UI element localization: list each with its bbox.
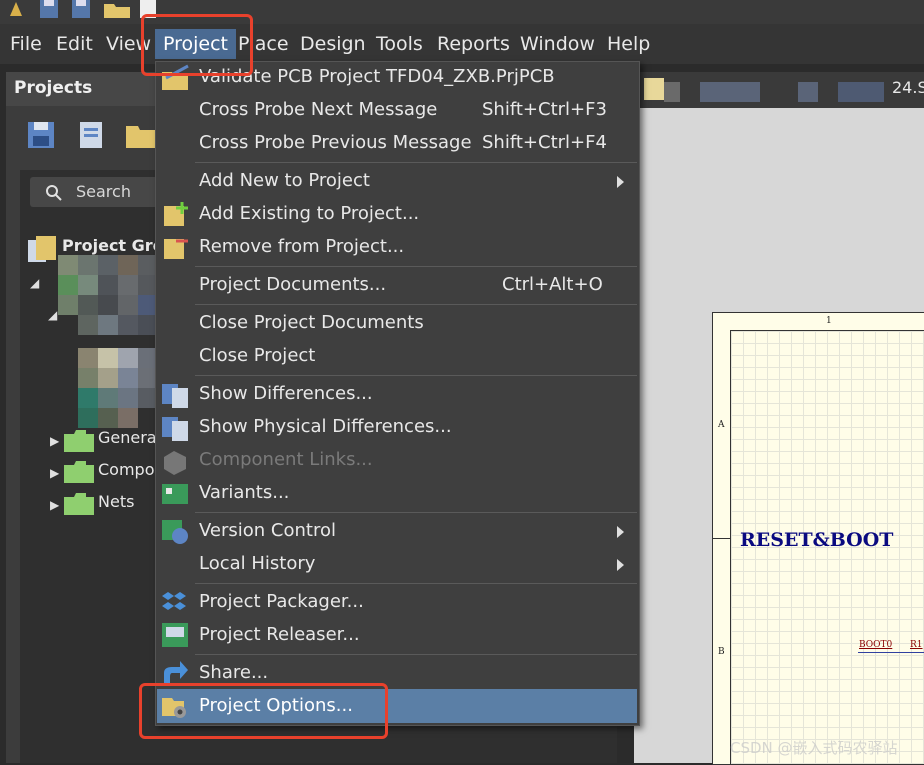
- sheet-zone-divider: [712, 538, 730, 539]
- tree-collapse-arrow[interactable]: ▶: [50, 466, 59, 480]
- submenu-arrow-icon: [617, 526, 624, 538]
- tree-collapse-arrow[interactable]: ▶: [50, 498, 59, 512]
- menu-item-variants[interactable]: Variants...: [199, 482, 289, 503]
- document-tab[interactable]: [700, 82, 760, 102]
- menu-item-close-project[interactable]: Close Project: [199, 345, 315, 366]
- app-logo-icon: [6, 0, 26, 20]
- annotation-box-project-menu: [141, 14, 253, 76]
- save-icon[interactable]: [38, 0, 60, 20]
- project-packager-icon: [160, 588, 190, 616]
- menu-item-component-links: Component Links...: [199, 449, 373, 470]
- document-tab[interactable]: [838, 82, 884, 102]
- search-placeholder: Search: [76, 182, 131, 201]
- menu-item-add-new-to-project[interactable]: Add New to Project: [199, 170, 370, 191]
- menu-item-project-packager[interactable]: Project Packager...: [199, 591, 364, 612]
- shortcut-cross-probe-previous: Shift+Ctrl+F4: [482, 132, 607, 153]
- projects-panel-title: Projects: [14, 78, 93, 98]
- folder-icon: [64, 430, 94, 452]
- tree-item-general[interactable]: Genera: [98, 428, 157, 447]
- show-differences-icon: [160, 380, 190, 408]
- document-tab-label[interactable]: 24.Sc: [892, 78, 924, 97]
- folder-icon: [64, 461, 94, 483]
- tree-expand-arrow[interactable]: ◢: [48, 308, 57, 322]
- menu-separator: [195, 162, 637, 163]
- menu-separator: [195, 583, 637, 584]
- menu-separator: [195, 654, 637, 655]
- menu-file[interactable]: File: [10, 33, 42, 55]
- menu-reports[interactable]: Reports: [437, 33, 510, 55]
- submenu-arrow-icon: [617, 176, 624, 188]
- tab-icon: [644, 78, 664, 100]
- menu-item-share[interactable]: Share...: [199, 662, 268, 683]
- document-tab[interactable]: [798, 82, 818, 102]
- remove-from-project-icon: [160, 233, 190, 261]
- menu-design[interactable]: Design: [300, 33, 366, 55]
- save-all-icon[interactable]: [70, 0, 94, 20]
- menu-separator: [195, 512, 637, 513]
- menu-edit[interactable]: Edit: [56, 33, 93, 55]
- project-group-icon: [26, 234, 60, 268]
- menu-item-local-history[interactable]: Local History: [199, 553, 315, 574]
- menu-separator: [195, 304, 637, 305]
- menu-separator: [195, 266, 637, 267]
- menu-item-close-project-documents[interactable]: Close Project Documents: [199, 312, 424, 333]
- menu-item-show-differences[interactable]: Show Differences...: [199, 383, 373, 404]
- shortcut-cross-probe-next: Shift+Ctrl+F3: [482, 99, 607, 120]
- menu-item-show-physical-differences[interactable]: Show Physical Differences...: [199, 416, 452, 437]
- tree-collapse-arrow[interactable]: ▶: [50, 434, 59, 448]
- sheet-row-label: A: [718, 420, 725, 430]
- watermark: CSDN @嵌入式码农驿站: [730, 739, 898, 757]
- menu-window[interactable]: Window: [520, 33, 595, 55]
- net-label[interactable]: R1: [910, 640, 923, 650]
- search-icon: [45, 184, 63, 206]
- sheet-block-title: RESET&BOOT: [740, 529, 894, 551]
- menu-help[interactable]: Help: [607, 33, 650, 55]
- annotation-box-project-options: [139, 683, 388, 739]
- shortcut-project-documents: Ctrl+Alt+O: [502, 274, 603, 295]
- net-label[interactable]: BOOT0: [859, 640, 892, 650]
- document-tab-strip: 24.Sc: [640, 72, 924, 108]
- sheet-row-label: B: [718, 647, 725, 657]
- projects-toolbar-icons[interactable]: [22, 118, 162, 154]
- top-toolbar: [0, 0, 924, 24]
- menu-bar: File Edit View Project Place Design Tool…: [0, 24, 924, 64]
- menu-item-project-documents[interactable]: Project Documents...: [199, 274, 386, 295]
- add-existing-icon: [160, 200, 190, 228]
- open-folder-icon[interactable]: [102, 0, 132, 20]
- menu-item-version-control[interactable]: Version Control: [199, 520, 336, 541]
- menu-item-remove-from-project[interactable]: Remove from Project...: [199, 236, 404, 257]
- menu-separator: [195, 375, 637, 376]
- tree-expand-arrow[interactable]: ◢: [30, 276, 39, 290]
- component-links-icon: [160, 447, 190, 475]
- submenu-arrow-icon: [617, 559, 624, 571]
- menu-item-add-existing-to-project[interactable]: Add Existing to Project...: [199, 203, 419, 224]
- tree-item-components[interactable]: Compo: [98, 460, 155, 479]
- menu-tools[interactable]: Tools: [376, 33, 423, 55]
- sheet-column-label: 1: [826, 316, 832, 326]
- project-releaser-icon: [160, 621, 190, 649]
- folder-icon: [64, 493, 94, 515]
- wire: [858, 652, 924, 653]
- show-physical-differences-icon: [160, 413, 190, 441]
- projects-toolbar: [22, 118, 162, 158]
- variants-icon: [160, 480, 190, 508]
- tree-item-nets[interactable]: Nets: [98, 492, 134, 511]
- version-control-icon: [160, 518, 190, 546]
- menu-item-cross-probe-previous[interactable]: Cross Probe Previous Message: [199, 132, 472, 153]
- menu-item-project-releaser[interactable]: Project Releaser...: [199, 624, 360, 645]
- menu-item-cross-probe-next[interactable]: Cross Probe Next Message: [199, 99, 437, 120]
